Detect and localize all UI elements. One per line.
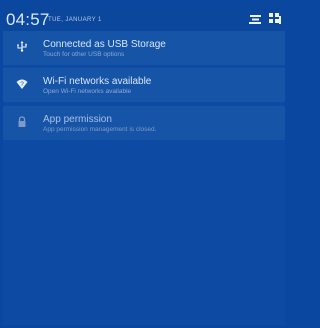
sort-icon[interactable] bbox=[247, 11, 263, 27]
app-permission-notification[interactable]: App permission App permission management… bbox=[3, 106, 285, 140]
clock: 04:57 bbox=[6, 10, 50, 29]
usb-icon bbox=[15, 40, 29, 54]
notification-title: Connected as USB Storage bbox=[43, 39, 166, 50]
status-bar: 04:57 TUE, JANUARY 1 bbox=[3, 3, 285, 33]
notification-title: App permission bbox=[43, 114, 112, 125]
svg-text:?: ? bbox=[20, 81, 24, 88]
notification-subtitle: Touch for other USB options bbox=[43, 51, 125, 58]
notification-subtitle: App permission management is closed. bbox=[43, 126, 157, 133]
notification-subtitle: Open Wi-Fi networks available bbox=[43, 88, 132, 95]
wifi-networks-notification[interactable]: ? Wi-Fi networks available Open Wi-Fi ne… bbox=[3, 68, 285, 102]
notification-title: Wi-Fi networks available bbox=[43, 76, 152, 87]
notification-shade: 04:57 TUE, JANUARY 1 Connected as USB St… bbox=[3, 3, 285, 325]
usb-storage-notification[interactable]: Connected as USB Storage Touch for other… bbox=[3, 31, 285, 65]
wifi-question-icon: ? bbox=[15, 77, 29, 91]
notification-grid-icon[interactable] bbox=[267, 11, 283, 27]
date: TUE, JANUARY 1 bbox=[48, 17, 102, 23]
lock-icon bbox=[15, 115, 29, 129]
